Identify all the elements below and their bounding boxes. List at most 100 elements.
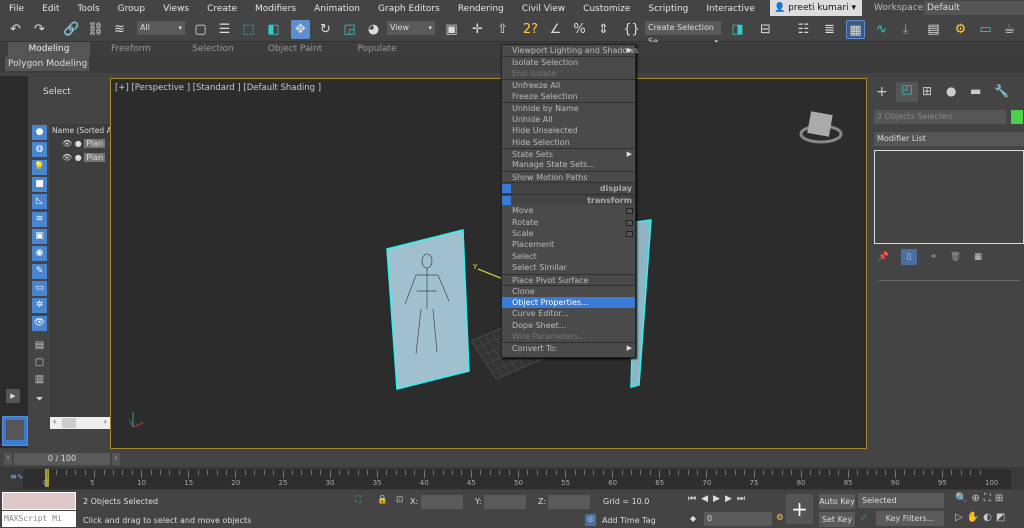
menu-edit[interactable]: Edit — [33, 4, 68, 14]
create-tab-icon[interactable]: + — [876, 84, 888, 100]
select-by-name-icon[interactable]: ☰ — [215, 20, 234, 39]
current-frame-field[interactable]: 0 — [704, 512, 772, 526]
object-name-field[interactable]: 2 Objects Selected — [874, 110, 1006, 124]
configure-modifier-sets-icon[interactable]: ▦ — [974, 252, 982, 262]
visibility-eye-icon[interactable]: 👁 — [62, 139, 72, 148]
zoom-extents-icon[interactable]: ⛶ — [984, 493, 995, 504]
display-space-warps-icon[interactable]: ≋ — [32, 212, 47, 227]
key-filters-button[interactable]: Key Filters... — [876, 511, 944, 526]
settings-box-icon[interactable] — [626, 219, 633, 226]
menu-views[interactable]: Views — [154, 4, 198, 14]
menu-item-state-sets[interactable]: State Sets ▶ — [502, 147, 635, 159]
curve-editor-mini-icon[interactable]: ≡∿ — [10, 472, 23, 481]
workspace-dropdown[interactable]: Default — [924, 1, 1024, 15]
named-selection-dropdown[interactable]: Create Selection Se — [645, 21, 721, 49]
menu-civil-view[interactable]: Civil View — [513, 4, 574, 14]
display-helpers-icon[interactable]: ◺ — [32, 194, 47, 209]
time-configuration-icon[interactable]: ⚙ — [776, 513, 784, 523]
x-coordinate-field[interactable] — [421, 495, 463, 509]
bind-space-warp-icon[interactable]: ≋ — [110, 20, 129, 39]
time-tag-icon[interactable]: ◎ — [585, 514, 596, 526]
y-coordinate-field[interactable] — [484, 495, 526, 509]
previous-frame-button[interactable]: ‹ — [4, 453, 12, 465]
menu-item-unhide-all[interactable]: Unhide All — [502, 114, 635, 125]
edit-named-selection-icon[interactable]: {} — [622, 20, 641, 39]
pivot-center-icon[interactable]: ▣ — [442, 20, 461, 39]
pan-icon[interactable]: ✋ — [967, 512, 983, 523]
menu-item-clone[interactable]: Clone — [502, 285, 635, 296]
menu-file[interactable]: File — [0, 4, 33, 14]
remove-modifier-icon[interactable]: 🗑 — [950, 252, 961, 262]
modify-tab-icon[interactable]: ◰ — [896, 82, 918, 102]
scene-explorer-icon[interactable]: ☷ — [794, 20, 813, 39]
menu-item-manage-state-sets[interactable]: Manage State Sets... — [502, 159, 635, 170]
menu-item-wire-parameters[interactable]: Wire Parameters... — [502, 331, 635, 342]
viewport-layout-thumbnail[interactable] — [2, 416, 28, 446]
angle-snap-icon[interactable]: ∠ — [546, 20, 565, 39]
go-to-start-icon[interactable]: ⏮ — [688, 494, 701, 504]
schematic-view-icon[interactable]: ⤓ — [896, 20, 915, 39]
menu-item-select[interactable]: Select — [502, 251, 635, 262]
name-column-header[interactable]: Name (Sorted A — [50, 124, 110, 137]
polygon-modeling-panel[interactable]: Polygon Modeling — [5, 57, 89, 71]
motion-tab-icon[interactable]: ● — [946, 84, 956, 98]
maxscript-listener-output[interactable] — [2, 492, 76, 510]
set-key-big-icon[interactable]: + — [786, 494, 813, 524]
ribbon-toggle-icon[interactable]: ▦ — [846, 20, 865, 39]
curve-editor-icon[interactable]: ∿ — [872, 20, 891, 39]
menu-graph-editors[interactable]: Graph Editors — [369, 4, 449, 14]
settings-box-icon[interactable] — [626, 231, 633, 237]
display-visible-icon[interactable]: 👁 — [32, 316, 47, 331]
rectangular-selection-icon[interactable]: ⬚ — [239, 20, 258, 39]
display-all-icon[interactable]: ▤ — [32, 338, 47, 353]
previous-key-icon[interactable]: ◀ — [701, 494, 713, 504]
list-item[interactable]: 👁 ● Plan — [62, 139, 106, 148]
zoom-icon[interactable]: 🔍 — [955, 493, 971, 504]
time-slider-thumb[interactable]: 0 / 100 — [14, 453, 110, 465]
menu-create[interactable]: Create — [198, 4, 246, 14]
ribbon-tab-object-paint[interactable]: Object Paint — [254, 42, 336, 57]
undo-icon[interactable]: ↶ — [6, 20, 25, 39]
menu-scripting[interactable]: Scripting — [639, 4, 697, 14]
menu-item-placement[interactable]: Placement — [502, 239, 635, 250]
absolute-mode-icon[interactable]: ⊡ — [396, 495, 403, 505]
menu-item-place-pivot-surface[interactable]: Place Pivot Surface — [502, 273, 635, 285]
play-icon[interactable]: ▶ — [713, 494, 725, 504]
field-of-view-icon[interactable]: ▷ — [955, 512, 967, 523]
invert-display-icon[interactable]: ▥ — [32, 372, 47, 387]
hierarchy-tab-icon[interactable]: ⊞ — [922, 84, 932, 98]
object-color-swatch[interactable] — [1011, 110, 1023, 124]
menu-item-hide-selection[interactable]: Hide Selection — [502, 137, 635, 148]
selection-lock-icon[interactable]: 🔒 — [377, 495, 388, 505]
filter-icon[interactable]: ⏷ — [32, 392, 47, 407]
visibility-eye-icon[interactable]: 👁 — [62, 153, 72, 162]
keyboard-shortcut-icon[interactable]: ⇧ — [493, 20, 512, 39]
explorer-horizontal-scrollbar[interactable]: ‹ › — [50, 417, 110, 429]
percent-snap-icon[interactable]: % — [570, 20, 589, 39]
display-lights-icon[interactable]: 💡 — [32, 160, 47, 175]
menu-group[interactable]: Group — [109, 4, 154, 14]
menu-animation[interactable]: Animation — [305, 4, 369, 14]
menu-item-curve-editor[interactable]: Curve Editor... — [502, 308, 635, 319]
key-mode-dropdown[interactable]: Selected — [858, 493, 944, 508]
display-groups-icon[interactable]: ▣ — [32, 229, 47, 244]
menu-item-object-properties[interactable]: Object Properties... — [502, 296, 635, 309]
menu-interactive[interactable]: Interactive — [697, 4, 763, 14]
default-in-out-tangents-icon[interactable]: ⟋ — [861, 513, 867, 523]
redo-icon[interactable]: ↷ — [30, 20, 49, 39]
select-object-icon[interactable]: ▢ — [191, 20, 210, 39]
expand-layout-button[interactable]: ▶ — [6, 389, 20, 403]
menu-tools[interactable]: Tools — [69, 4, 109, 14]
display-none-icon[interactable]: ▢ — [32, 355, 47, 370]
menu-item-scale[interactable]: Scale — [502, 228, 635, 239]
spinner-snap-icon[interactable]: ⇕ — [594, 20, 613, 39]
display-particles-icon[interactable]: ✲ — [32, 298, 47, 313]
maxscript-mini-listener[interactable]: MAXScript Mi — [2, 511, 76, 527]
ribbon-tab-selection[interactable]: Selection — [172, 42, 254, 57]
render-production-icon[interactable]: ☕ — [1000, 20, 1019, 39]
display-xrefs-icon[interactable]: ◉ — [32, 246, 47, 261]
auto-key-button[interactable]: Auto Key — [819, 494, 855, 509]
align-icon[interactable]: ⊟ — [756, 20, 775, 39]
menu-item-end-isolate[interactable]: End Isolate — [502, 68, 635, 79]
next-key-icon[interactable]: ▶ — [725, 494, 737, 504]
